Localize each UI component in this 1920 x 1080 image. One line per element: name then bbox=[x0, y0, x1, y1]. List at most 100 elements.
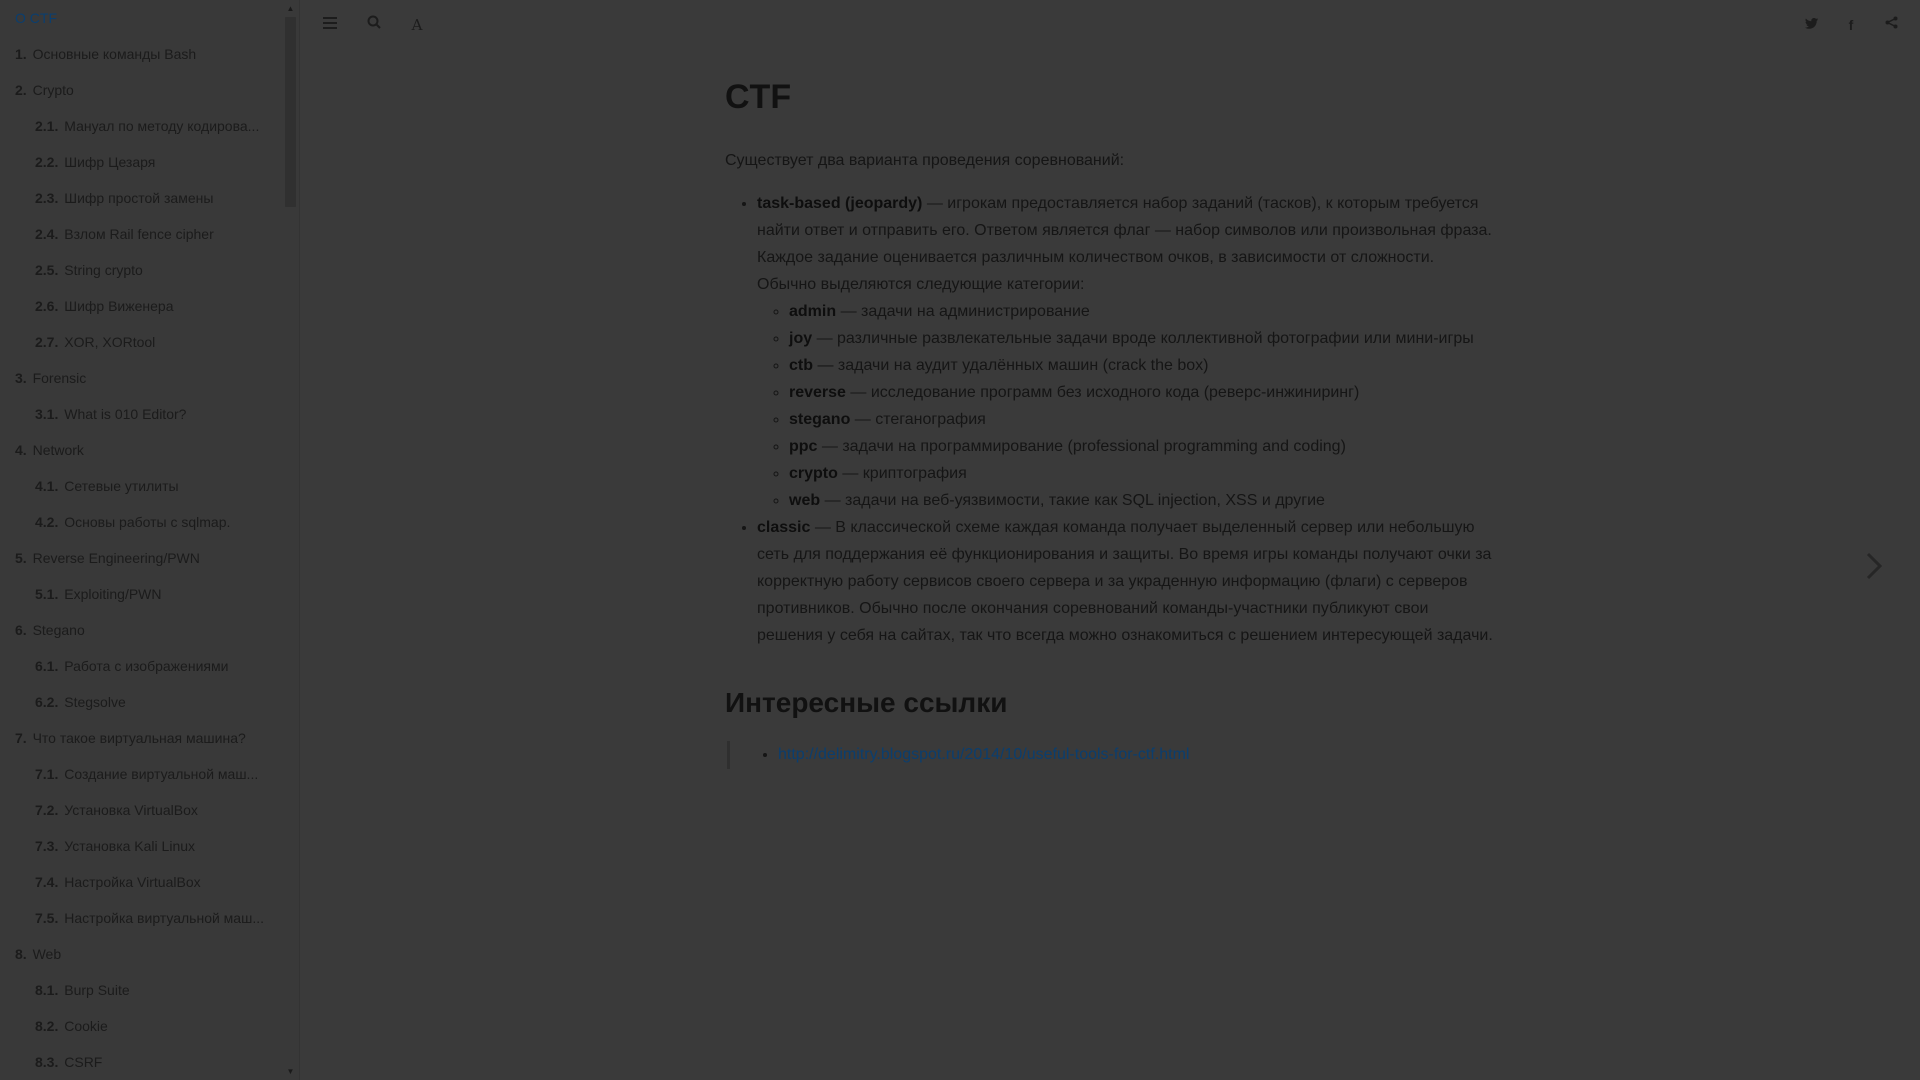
page-content: CTF Существует два варианта проведения с… bbox=[725, 78, 1495, 769]
sidebar-item-label: Network bbox=[32, 442, 84, 458]
sidebar-item[interactable]: 8.2. Cookie bbox=[0, 1008, 283, 1044]
scroll-down-arrow-icon[interactable]: ▼ bbox=[283, 1063, 298, 1080]
links-blockquote: http://delimitry.blogspot.ru/2014/10/use… bbox=[727, 741, 1495, 769]
sidebar-item-label: Работа с изображениями bbox=[64, 658, 229, 674]
links-list: http://delimitry.blogspot.ru/2014/10/use… bbox=[746, 741, 1495, 769]
sidebar-item[interactable]: 2.1. Мануал по методу кодирова... bbox=[0, 108, 283, 144]
sidebar-item-label: Cookie bbox=[64, 1018, 108, 1034]
sidebar-item[interactable]: 2.5. String crypto bbox=[0, 252, 283, 288]
sidebar-item[interactable]: 2.3. Шифр простой замены bbox=[0, 180, 283, 216]
scrollbar-thumb[interactable] bbox=[285, 17, 296, 207]
sidebar-item[interactable]: 7.2. Установка VirtualBox bbox=[0, 792, 283, 828]
term-task-based: task-based (jeopardy) bbox=[757, 195, 923, 212]
sidebar-scrollbar[interactable]: ▲ ▼ bbox=[283, 0, 298, 1080]
sidebar-item-number: 3. bbox=[15, 370, 27, 386]
sidebar-item-number: 7.2. bbox=[35, 802, 59, 818]
sidebar-item[interactable]: 5. Reverse Engineering/PWN bbox=[0, 540, 283, 576]
sidebar-item[interactable]: 7.3. Установка Kali Linux bbox=[0, 828, 283, 864]
sidebar-item[interactable]: 6.1. Работа с изображениями bbox=[0, 648, 283, 684]
sidebar-item-label: Основные команды Bash bbox=[32, 46, 197, 62]
toc-list: О CTF 1. Основные команды Bash 2. Crypto 2.… bbox=[0, 0, 283, 1080]
sidebar-item[interactable]: О CTF bbox=[0, 0, 283, 36]
sidebar-item-number: 5. bbox=[15, 550, 27, 566]
sidebar-item-number: 2. bbox=[15, 82, 27, 98]
category-item: admin — задачи на администрирование bbox=[789, 298, 1495, 325]
sidebar-item-number: 8.3. bbox=[35, 1054, 59, 1070]
sidebar-item-number: 6. bbox=[15, 622, 27, 638]
categories-list: admin — задачи на администрированиеjoy —… bbox=[757, 298, 1495, 514]
sidebar-item-number: 6.1. bbox=[35, 658, 59, 674]
sidebar-item[interactable]: 2.2. Шифр Цезаря bbox=[0, 144, 283, 180]
sidebar-item-label: XOR, XORtool bbox=[64, 334, 156, 350]
sidebar-item-label: Шифр Виженера bbox=[64, 298, 174, 314]
sidebar-item-label: Forensic bbox=[32, 370, 87, 386]
facebook-icon[interactable]: f bbox=[1838, 12, 1864, 38]
sidebar-item-number: 1. bbox=[15, 46, 27, 62]
sidebar-item-label: String crypto bbox=[64, 262, 143, 278]
category-description: — задачи на аудит удалённых машин (crack… bbox=[813, 357, 1209, 374]
category-term: web bbox=[789, 492, 821, 509]
sidebar-item-label: Шифр простой замены bbox=[64, 190, 214, 206]
next-page-chevron-icon[interactable] bbox=[1862, 546, 1886, 586]
sidebar-item[interactable]: 1. Основные команды Bash bbox=[0, 36, 283, 72]
sidebar-item-number: 3.1. bbox=[35, 406, 59, 422]
sidebar-item[interactable]: 7.5. Настройка виртуальной маш... bbox=[0, 900, 283, 936]
share-icon[interactable] bbox=[1878, 12, 1904, 38]
sidebar-item[interactable]: 4.1. Сетевые утилиты bbox=[0, 468, 283, 504]
search-icon[interactable] bbox=[361, 12, 387, 38]
sidebar-item[interactable]: 4. Network bbox=[0, 432, 283, 468]
sidebar-item[interactable]: 4.2. Основы работы с sqlmap. bbox=[0, 504, 283, 540]
intro-paragraph: Существует два варианта проведения сорев… bbox=[725, 152, 1125, 169]
menu-icon[interactable] bbox=[317, 12, 343, 38]
sidebar-item[interactable]: 8. Web bbox=[0, 936, 283, 972]
sidebar-item[interactable]: 7.1. Создание виртуальной маш... bbox=[0, 756, 283, 792]
sidebar-item-label: Stegano bbox=[32, 622, 85, 638]
sidebar-item-label: Установка Kali Linux bbox=[64, 838, 196, 854]
sidebar-item[interactable]: 2.7. XOR, XORtool bbox=[0, 324, 283, 360]
scroll-up-arrow-icon[interactable]: ▲ bbox=[283, 0, 298, 17]
sidebar-item[interactable]: 7.4. Настройка VirtualBox bbox=[0, 864, 283, 900]
category-description: — криптография bbox=[837, 465, 967, 482]
sidebar-item-number: 8.2. bbox=[35, 1018, 59, 1034]
external-link[interactable]: http://delimitry.blogspot.ru/2014/10/use… bbox=[778, 746, 1189, 763]
sidebar-item-label: Установка VirtualBox bbox=[64, 802, 198, 818]
category-item: stegano — стеганография bbox=[789, 406, 1495, 433]
sidebar-item[interactable]: 8.3. CSRF bbox=[0, 1044, 283, 1080]
section-heading-links: Интересные ссылки bbox=[725, 687, 1008, 718]
category-term: admin bbox=[789, 303, 837, 320]
sidebar-item[interactable]: 6.2. Stegsolve bbox=[0, 684, 283, 720]
sidebar-item[interactable]: 3. Forensic bbox=[0, 360, 283, 396]
category-description: — исследование программ без исходного ко… bbox=[845, 384, 1360, 401]
sidebar-item[interactable]: 5.1. Exploiting/PWN bbox=[0, 576, 283, 612]
category-description: — различные развлекательные задачи вроде… bbox=[812, 330, 1474, 347]
list-item: task-based (jeopardy) — игрокам предоста… bbox=[757, 190, 1495, 514]
sidebar-item[interactable]: 2.4. Взлом Rail fence cipher bbox=[0, 216, 283, 252]
sidebar-item-label: Burp Suite bbox=[64, 982, 130, 998]
sidebar-item[interactable]: 8.1. Burp Suite bbox=[0, 972, 283, 1008]
category-item: ppc — задачи на программирование (profes… bbox=[789, 433, 1495, 460]
category-item: web — задачи на веб-уязвимости, такие ка… bbox=[789, 487, 1495, 514]
page-title: CTF bbox=[725, 78, 792, 116]
sidebar-item-number: 7.3. bbox=[35, 838, 59, 854]
sidebar-item-label: Reverse Engineering/PWN bbox=[32, 550, 200, 566]
font-settings-icon[interactable]: A bbox=[404, 12, 430, 38]
twitter-icon[interactable] bbox=[1798, 12, 1824, 38]
sidebar-item-number: 8. bbox=[15, 946, 27, 962]
sidebar-item[interactable]: 6. Stegano bbox=[0, 612, 283, 648]
sidebar-item-label: Настройка VirtualBox bbox=[64, 874, 201, 890]
sidebar-item-label: Взлом Rail fence cipher bbox=[64, 226, 214, 242]
book-header: A f bbox=[300, 0, 1920, 50]
sidebar-item-number: 4.2. bbox=[35, 514, 59, 530]
category-item: crypto — криптография bbox=[789, 460, 1495, 487]
sidebar-item-label: Настройка виртуальной маш... bbox=[64, 910, 264, 926]
sidebar-item[interactable]: 3.1. What is 010 Editor? bbox=[0, 396, 283, 432]
category-term: ctb bbox=[789, 357, 813, 374]
category-term: reverse bbox=[789, 384, 846, 401]
sidebar-item[interactable]: 2.6. Шифр Виженера bbox=[0, 288, 283, 324]
sidebar-item-number: 7.4. bbox=[35, 874, 59, 890]
sidebar-item-number: 6.2. bbox=[35, 694, 59, 710]
category-description: — стеганография bbox=[850, 411, 986, 428]
sidebar-item-label: Что такое виртуальная машина? bbox=[32, 730, 246, 746]
sidebar-item[interactable]: 2. Crypto bbox=[0, 72, 283, 108]
sidebar-item[interactable]: 7. Что такое виртуальная машина? bbox=[0, 720, 283, 756]
